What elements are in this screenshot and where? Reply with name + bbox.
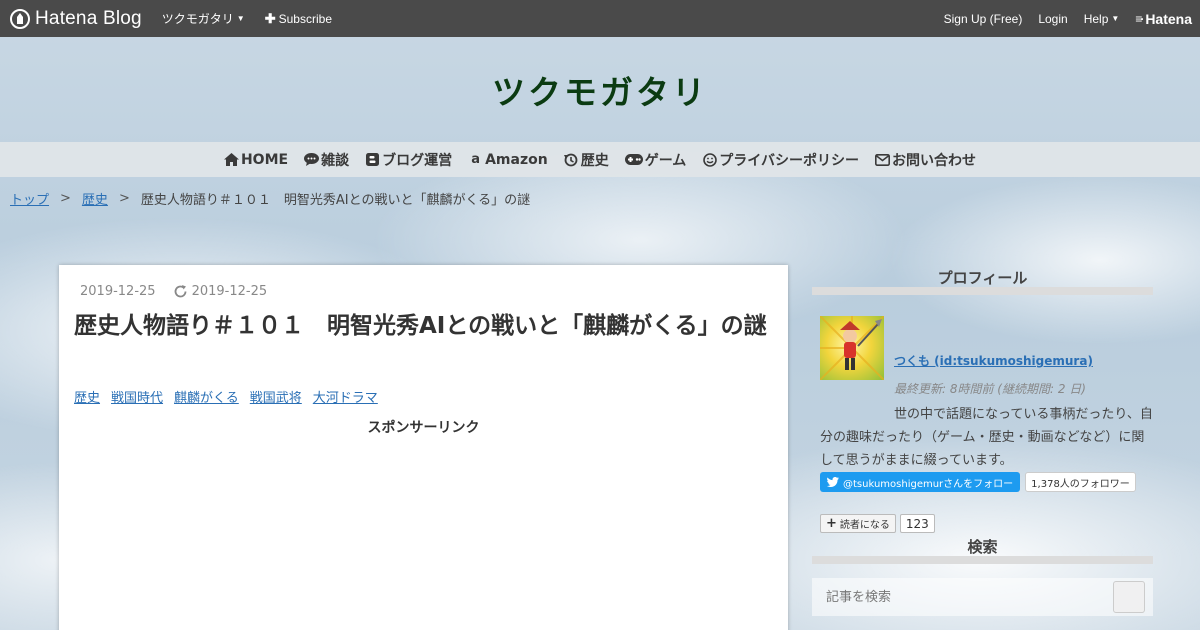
search-module: 検索 [812,531,1153,616]
sidebar: プロフィール つくも (id:tsukumoshigemura) 最終更新: 8… [812,262,1153,616]
smile-icon [702,152,717,167]
profile-description: 世の中で話題になっている事柄だったり、自分の趣味だったり（ゲーム・歴史・動画など… [820,407,1153,468]
nav-label: HOME [240,151,289,168]
twitter-follow-button[interactable]: @tsukumoshigemurさんをフォロー [820,472,1021,492]
nav-item-amazon[interactable]: a Amazon [468,152,548,168]
profile-last-updated: 最終更新: 8時間前 (継続期間: 2 日) [894,382,1086,396]
category-link[interactable]: 戦国時代 [111,387,163,406]
refresh-icon [174,285,186,298]
search-input[interactable] [812,578,1153,616]
brand-text: Hatena Blog [35,7,142,29]
caret-down-icon: ▼ [1111,14,1120,23]
comment-icon [304,152,320,167]
plus-icon: ✚ [264,10,276,26]
amazon-icon: a [471,152,480,167]
hatena-blog-logo[interactable]: Hatena Blog [10,8,142,30]
history-icon [564,152,579,167]
category-link[interactable]: 麒麟がくる [174,387,239,406]
signup-link[interactable]: Sign Up (Free) [944,12,1023,26]
help-label: Help [1083,11,1109,26]
nav-label: プライバシーポリシー [719,152,860,169]
sponsored-link-label: スポンサーリンク [367,420,480,436]
nav-label: ブログ運営 [382,152,453,169]
entry-date[interactable]: 2019-12-25 [80,284,156,299]
profile-module-title: プロフィール [812,262,1153,295]
nav-label: 雑談 [321,152,350,169]
twitter-follow-label: @tsukumoshigemurさんをフォロー [843,478,1014,490]
nav-item-home[interactable]: HOME [223,151,289,168]
hatena-logo[interactable]: ≡· Hatena [1135,11,1192,27]
gamepad-icon [624,152,643,167]
category-link[interactable]: 歴史 [74,387,100,406]
hatena-pen-icon [10,8,30,29]
article-card: 2019-12-25 2019-12-25 歴史人物語り＃１０１ 明智光秀AIと… [59,265,788,630]
nav-label: Amazon [485,151,548,168]
nav-item-privacy-policy[interactable]: プライバシーポリシー [702,150,859,170]
hatena-logo-text: Hatena [1145,10,1192,27]
hatena-top-bar: Hatena Blog ツクモガタリ ▼ ✚ Subscribe Sign Up… [0,0,1200,37]
hatena-mark-icon: ≡· [1135,11,1144,26]
blog-menu-label: ツクモガタリ [161,12,234,26]
global-nav: HOME 雑談 ブログ運営 a Amazon 歴史 ゲーム プライバシーポリシー [0,142,1200,177]
nav-item-chat[interactable]: 雑談 [304,150,349,170]
login-link[interactable]: Login [1038,12,1067,26]
category-link[interactable]: 大河ドラマ [313,387,378,406]
nav-item-blog-management[interactable]: ブログ運営 [365,150,452,170]
become-reader-label: 読者になる [839,520,890,531]
breadcrumb-separator: > [118,191,130,206]
breadcrumb-separator: > [60,191,71,206]
blogger-icon [365,152,380,167]
entry-updated: 2019-12-25 [173,284,268,299]
entry-title[interactable]: 歴史人物語り＃１０１ 明智光秀AIとの戦いと「麒麟がくる」の謎 [74,310,774,343]
search-submit-button[interactable] [1113,581,1145,613]
avatar[interactable] [820,316,884,380]
entry-updated-date: 2019-12-25 [191,284,268,299]
twitter-follow-widget: @tsukumoshigemurさんをフォロー 1,378人のフォロワー [820,472,1136,492]
help-dropdown[interactable]: Help ▼ [1084,12,1120,26]
profile-module: つくも (id:tsukumoshigemura) 最終更新: 8時間前 (継続… [812,295,1153,533]
subscribe-label: Subscribe [278,11,332,26]
search-module-title: 検索 [812,531,1153,564]
breadcrumb: トップ > 歴史 > 歴史人物語り＃１０１ 明智光秀AIとの戦いと「麒麟がくる」… [10,189,530,208]
nav-label: お問い合わせ [892,152,977,169]
home-icon [223,152,239,167]
blog-header: ツクモガタリ [0,37,1200,142]
twitter-bird-icon [827,477,839,487]
envelope-icon [875,152,891,167]
nav-item-history[interactable]: 歴史 [564,150,609,170]
nav-label: 歴史 [580,152,609,169]
breadcrumb-category-link[interactable]: 歴史 [82,189,108,208]
blog-title[interactable]: ツクモガタリ [492,66,708,114]
nav-item-contact[interactable]: お問い合わせ [875,150,976,170]
category-link[interactable]: 戦国武将 [250,387,302,406]
entry-categories: 歴史 戦国時代 麒麟がくる 戦国武将 大河ドラマ [74,387,389,406]
profile-name-link[interactable]: つくも (id:tsukumoshigemura) [894,352,1093,369]
caret-down-icon: ▼ [236,14,245,23]
plus-icon: + [826,516,837,531]
breadcrumb-top-link[interactable]: トップ [10,189,49,208]
entry-dates: 2019-12-25 2019-12-25 [80,284,267,299]
search-form [812,578,1153,616]
blog-menu-dropdown[interactable]: ツクモガタリ ▼ [162,10,245,27]
breadcrumb-current: 歴史人物語り＃１０１ 明智光秀AIとの戦いと「麒麟がくる」の謎 [140,193,531,208]
nav-item-game[interactable]: ゲーム [624,150,687,170]
nav-label: ゲーム [644,152,687,169]
subscribe-button[interactable]: ✚ Subscribe [265,11,332,27]
twitter-follower-count[interactable]: 1,378人のフォロワー [1025,472,1136,492]
